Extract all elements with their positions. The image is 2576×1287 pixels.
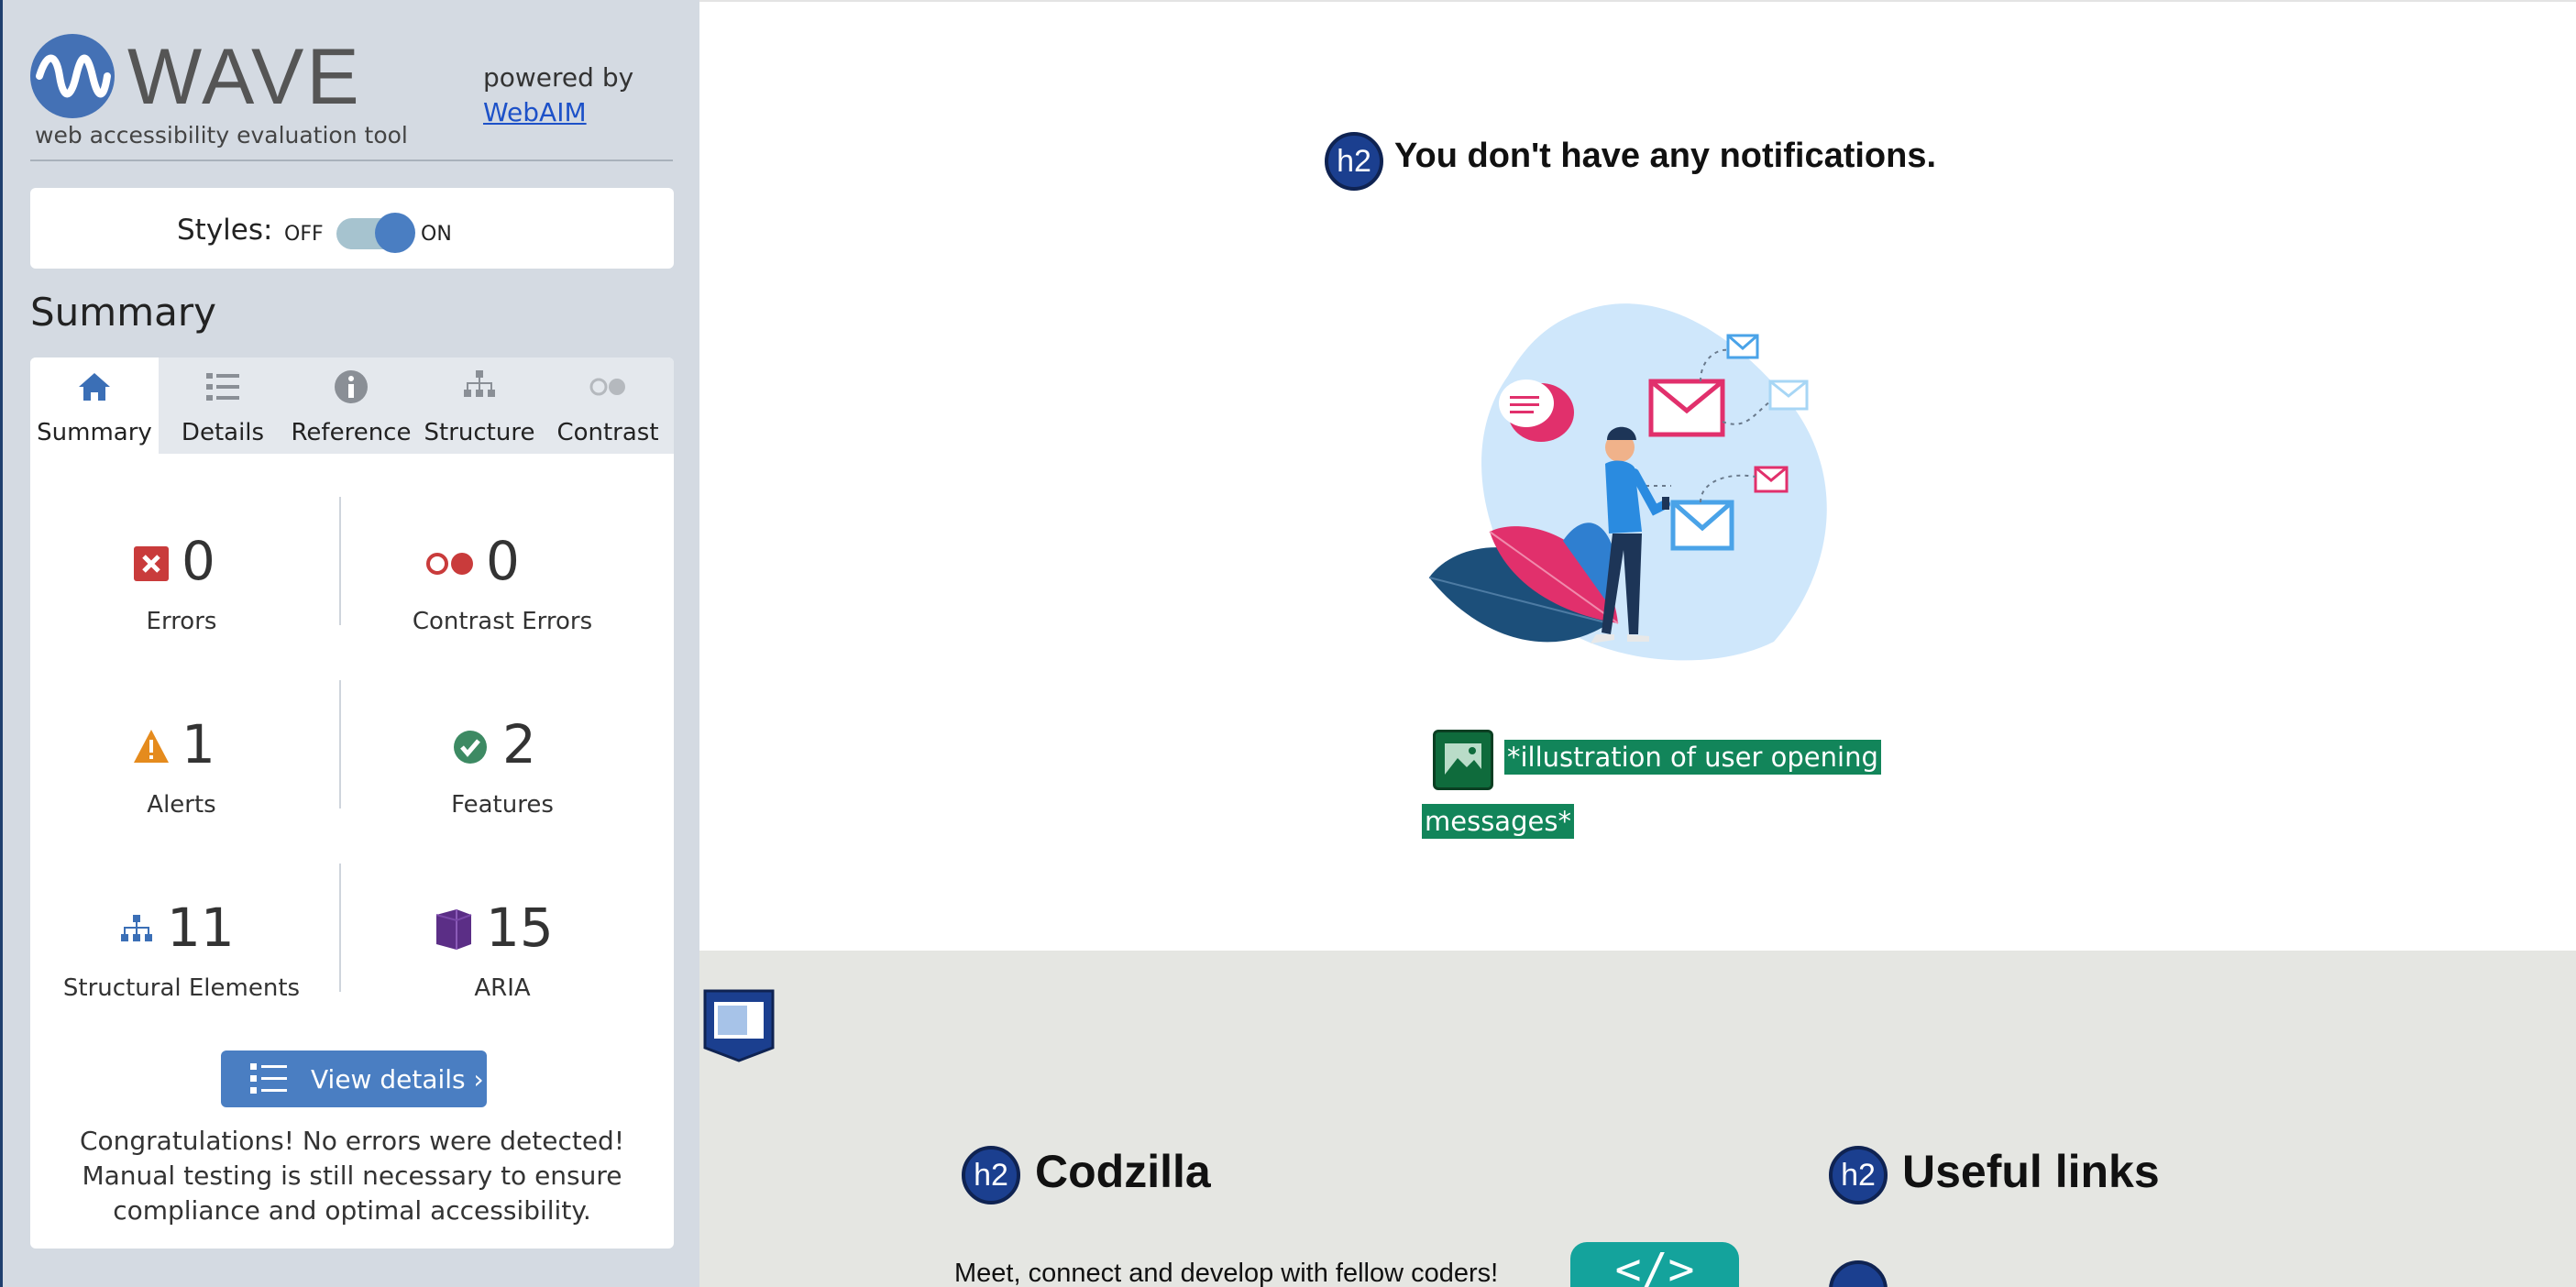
stat-alerts[interactable]: 1 Alerts (35, 676, 328, 842)
list-badge-icon[interactable] (1829, 1260, 1888, 1287)
tab-label: Summary (37, 419, 152, 446)
styles-toggle[interactable] (336, 213, 415, 253)
alt-text-line-2: messages* (1422, 804, 1574, 839)
aria-icon (435, 909, 472, 950)
view-details-label: View details › (311, 1064, 484, 1094)
h2-badge-icon[interactable]: h2 (1325, 132, 1383, 191)
structural-label: Structural Elements (62, 974, 301, 1002)
features-count: 2 (502, 713, 536, 776)
tab-label: Contrast (556, 419, 659, 446)
image-alt-icon[interactable] (1433, 730, 1493, 790)
wave-logo-word: WAVE (127, 33, 362, 121)
codzilla-heading: Codzilla (1035, 1146, 1211, 1197)
errors-label: Errors (146, 608, 217, 635)
list-icon (206, 373, 239, 401)
main-page: h2 You don't have any notifications. *il… (699, 0, 2576, 1287)
feature-icon (454, 731, 487, 764)
stat-features[interactable]: 2 Features (356, 676, 649, 842)
wave-logo-icon (30, 34, 115, 118)
styles-toggle-box: Styles: OFF ON (30, 188, 674, 269)
notification-illustration (1428, 303, 1827, 661)
aria-label: ARIA (474, 974, 531, 1002)
powered-by-label: powered by (483, 62, 634, 93)
toggle-knob[interactable] (375, 213, 415, 253)
footer: h2 Codzilla Meet, connect and develop wi… (699, 951, 2576, 1287)
features-label: Features (451, 791, 554, 819)
notifications-heading: You don't have any notifications. (1394, 137, 1937, 175)
wave-sidebar: WAVE web accessibility evaluation tool p… (0, 0, 699, 1287)
home-icon (79, 373, 110, 401)
styles-on-label: ON (421, 223, 452, 246)
info-icon (335, 370, 368, 403)
stat-structural-elements[interactable]: 11 Structural Elements (35, 860, 328, 1025)
styles-off-label: OFF (284, 223, 324, 246)
contrast-errors-label: Contrast Errors (412, 608, 593, 635)
wave-tagline: web accessibility evaluation tool (35, 122, 408, 148)
tab-details[interactable]: Details (159, 358, 287, 454)
stat-errors[interactable]: 0 Errors (35, 493, 328, 658)
stat-divider (339, 680, 341, 808)
stat-contrast-errors[interactable]: 0 Contrast Errors (356, 493, 649, 658)
powered-by: powered by WebAIM (483, 60, 633, 130)
alert-icon (134, 730, 169, 763)
alerts-count: 1 (182, 713, 215, 776)
tab-structure[interactable]: Structure (415, 358, 544, 454)
tab-label: Reference (291, 419, 412, 446)
stat-divider (339, 497, 341, 625)
tab-contrast[interactable]: Contrast (544, 358, 672, 454)
structure-icon (464, 370, 495, 397)
error-icon (134, 546, 169, 581)
styles-label: Styles: (177, 214, 273, 247)
alerts-label: Alerts (147, 791, 216, 819)
summary-panel: Summary Details Reference Structure Cont… (30, 358, 674, 1248)
contrast-error-icon (426, 553, 473, 575)
code-badge-icon: </> (1570, 1242, 1739, 1287)
contrast-icon (589, 378, 625, 396)
tab-label: Details (181, 419, 265, 446)
structure-icon (121, 915, 152, 941)
stat-divider (339, 864, 341, 992)
tab-reference[interactable]: Reference (287, 358, 415, 454)
landmark-icon[interactable] (703, 989, 775, 1062)
summary-title: Summary (30, 290, 216, 335)
useful-links-heading: Useful links (1902, 1146, 2160, 1197)
contrast-errors-count: 0 (486, 530, 520, 592)
tab-summary[interactable]: Summary (30, 358, 159, 454)
aria-count: 15 (486, 896, 554, 959)
tab-label: Structure (424, 419, 535, 446)
codzilla-text: Meet, connect and develop with fellow co… (954, 1259, 1499, 1287)
list-icon (250, 1063, 287, 1094)
wave-tabs: Summary Details Reference Structure Cont… (30, 358, 674, 454)
alt-text-line-1: *illustration of user opening (1504, 740, 1881, 775)
h2-badge-icon[interactable]: h2 (962, 1146, 1020, 1204)
webaim-link[interactable]: WebAIM (483, 97, 587, 127)
sidebar-divider (30, 160, 673, 161)
congrats-message: Congratulations! No errors were detected… (79, 1126, 625, 1226)
view-details-button[interactable]: View details › (221, 1050, 487, 1107)
errors-count: 0 (182, 530, 215, 592)
stat-aria[interactable]: 15 ARIA (356, 860, 649, 1025)
h2-badge-icon[interactable]: h2 (1829, 1146, 1888, 1204)
structural-count: 11 (167, 896, 235, 959)
